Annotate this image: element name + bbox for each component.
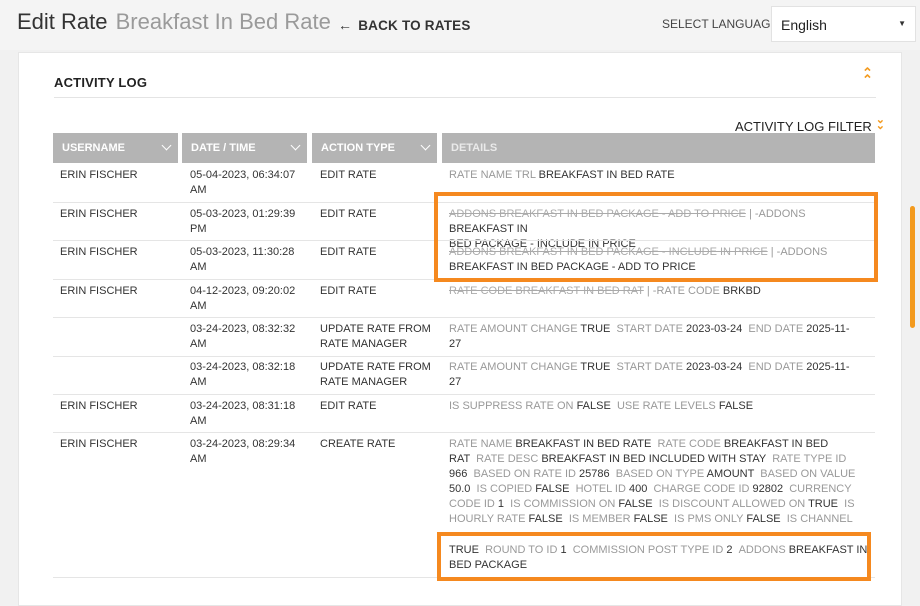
column-header-label: USERNAME [62,142,125,154]
row-divider [53,432,875,433]
page-title: Edit Rate Breakfast In Bed Rate [17,9,331,35]
cell-action-type: EDIT RATE [320,400,377,412]
cell-datetime: 03-24-2023, 08:29:34 AM [190,438,296,465]
cell-details: RATE NAME BREAKFAST IN BED RATE RATE COD… [449,438,856,525]
cell-action-type: EDIT RATE [320,246,377,258]
cell-username: ERIN FISCHER [60,246,138,258]
left-arrow-icon: ← [338,17,353,33]
page-title-main: Edit Rate [17,9,108,34]
chevron-double-up-icon[interactable]: ⌃ ⌃ [862,66,873,86]
column-header-datetime[interactable]: DATE / TIME [182,133,307,163]
sort-chevron-icon [163,141,170,152]
cell-details: RATE NAME TRL BREAKFAST IN BED RATE [449,169,675,181]
cell-datetime: 03-24-2023, 08:32:32 AM [190,323,296,350]
cell-details: RATE CODE BREAKFAST IN BED RAT | -RATE C… [449,285,761,297]
page-title-rate-name: Breakfast In Bed Rate [115,9,331,34]
cell-details: IS SUPPRESS RATE ON FALSE USE RATE LEVEL… [449,400,754,412]
sort-chevron-icon [292,141,299,152]
top-bar: Edit Rate Breakfast In Bed Rate ← BACK TO… [0,0,920,50]
cell-action-type: UPDATE RATE FROM RATE MANAGER [320,323,431,350]
row-divider [53,394,875,395]
cell-details: RATE AMOUNT CHANGE TRUE START DATE 2023-… [449,361,850,388]
divider [54,97,876,98]
cell-datetime: 05-03-2023, 01:29:39 PM [190,208,296,235]
sort-chevron-icon [422,141,429,152]
cell-action-type: EDIT RATE [320,169,377,181]
activity-log-filter-toggle[interactable]: ACTIVITY LOG FILTER ⌄ ⌄ [735,114,885,135]
back-to-rates-button[interactable]: ← BACK TO RATES [338,17,471,33]
highlight-box-create-addons [437,532,871,581]
cell-username: ERIN FISCHER [60,285,138,297]
cell-username: ERIN FISCHER [60,400,138,412]
row-divider [53,356,875,357]
highlight-box-addons-changes [434,192,878,282]
cell-username: ERIN FISCHER [60,438,138,450]
caret-down-icon: ▼ [898,19,906,28]
column-header-action-type[interactable]: ACTION TYPE [312,133,437,163]
cell-action-type: EDIT RATE [320,285,377,297]
row-divider [53,317,875,318]
back-to-rates-label: BACK TO RATES [358,18,471,33]
cell-datetime: 03-24-2023, 08:32:18 AM [190,361,296,388]
chevron-double-down-icon: ⌄ ⌄ [875,114,885,132]
cell-details: RATE AMOUNT CHANGE TRUE START DATE 2023-… [449,323,850,350]
scrollbar-thumb[interactable] [910,206,915,328]
cell-action-type: CREATE RATE [320,438,396,450]
cell-datetime: 05-04-2023, 06:34:07 AM [190,169,296,196]
cell-username: ERIN FISCHER [60,169,138,181]
column-header-label: ACTION TYPE [321,142,395,154]
cell-datetime: 03-24-2023, 08:31:18 AM [190,400,296,427]
cell-action-type: EDIT RATE [320,208,377,220]
cell-username: ERIN FISCHER [60,208,138,220]
cell-datetime: 05-03-2023, 11:30:28 AM [190,246,295,273]
select-language-label: SELECT LANGUAGE [662,17,779,31]
column-header-details: DETAILS [442,133,875,163]
column-header-label: DATE / TIME [191,142,256,154]
cell-action-type: UPDATE RATE FROM RATE MANAGER [320,361,431,388]
column-header-username[interactable]: USERNAME [53,133,178,163]
language-select-value: English [781,17,827,33]
language-select[interactable]: English ▼ [771,6,916,42]
column-header-label: DETAILS [451,142,498,154]
activity-log-filter-label: ACTIVITY LOG FILTER [735,119,872,134]
cell-datetime: 04-12-2023, 09:20:02 AM [190,285,296,312]
activity-log-title: ACTIVITY LOG [54,75,148,90]
